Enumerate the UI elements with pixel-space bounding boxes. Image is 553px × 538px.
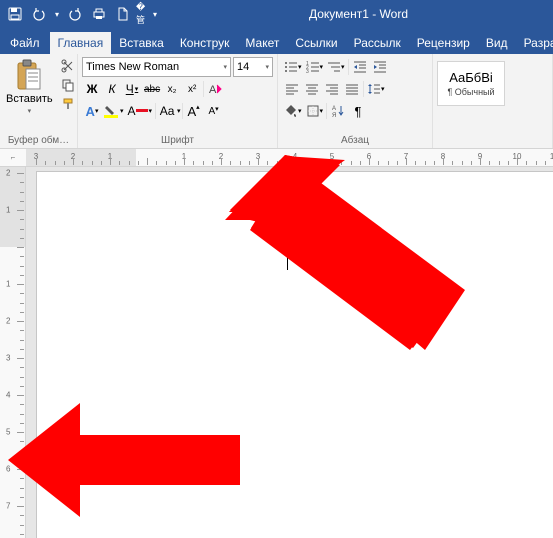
sort-button[interactable]: AЯ xyxy=(328,101,348,121)
dropdown-icon: ▾ xyxy=(223,63,227,71)
svg-text:3: 3 xyxy=(306,69,309,74)
bullets-button[interactable]: ▾ xyxy=(282,57,304,77)
change-case-button[interactable]: Aa xyxy=(157,101,177,121)
group-clipboard: Вставить ▾ Буфер обм… xyxy=(0,54,78,148)
font-group-label: Шрифт xyxy=(82,133,273,148)
superscript-button[interactable]: x² xyxy=(182,79,202,99)
paste-button[interactable]: Вставить ▾ xyxy=(4,57,55,117)
window-title: Документ1 - Word xyxy=(164,7,553,21)
paste-dropdown-icon: ▾ xyxy=(28,107,32,115)
multilevel-list-button[interactable]: ▾ xyxy=(325,57,347,77)
svg-text:A: A xyxy=(209,84,217,96)
document-page[interactable] xyxy=(36,171,553,538)
copy-button[interactable] xyxy=(57,76,79,94)
line-spacing-button[interactable]: ▾ xyxy=(365,79,387,99)
tab-home[interactable]: Главная xyxy=(50,32,112,54)
font-size-combo[interactable]: 14 ▾ xyxy=(233,57,273,77)
tab-design[interactable]: Конструк xyxy=(172,32,238,54)
borders-button[interactable]: ▾ xyxy=(304,101,326,121)
svg-text:A: A xyxy=(332,106,336,112)
ruler-corner[interactable]: ⌐ xyxy=(0,149,26,167)
text-effects-button[interactable]: A▾ xyxy=(82,101,102,121)
text-cursor xyxy=(287,252,288,270)
redo-button[interactable] xyxy=(64,3,86,25)
style-name-text: ¶ Обычный xyxy=(447,87,494,97)
justify-button[interactable] xyxy=(342,79,362,99)
horizontal-ruler[interactable]: 3211234567891011 xyxy=(26,149,553,167)
save-button[interactable] xyxy=(4,3,26,25)
tab-references[interactable]: Ссылки xyxy=(287,32,345,54)
page-viewport[interactable] xyxy=(26,167,553,538)
align-center-button[interactable] xyxy=(302,79,322,99)
clipboard-label: Буфер обм… xyxy=(4,133,73,148)
tab-layout[interactable]: Макет xyxy=(237,32,287,54)
style-preview-text: АаБбВі xyxy=(449,70,493,85)
tab-review[interactable]: Рецензир xyxy=(409,32,478,54)
paste-label: Вставить xyxy=(6,93,53,105)
svg-text:Я: Я xyxy=(332,113,336,118)
increase-indent-button[interactable] xyxy=(370,57,390,77)
style-normal[interactable]: АаБбВі ¶ Обычный xyxy=(437,61,505,106)
tab-file[interactable]: Файл xyxy=(0,32,50,54)
underline-button[interactable]: Ч▾ xyxy=(122,79,142,99)
shading-button[interactable]: ▾ xyxy=(282,101,304,121)
grow-font-button[interactable]: A▴ xyxy=(184,101,204,121)
group-font: Times New Roman ▾ 14 ▾ Ж К Ч▾ abc x₂ x² … xyxy=(78,54,278,148)
tab-developer[interactable]: Разработ xyxy=(516,32,553,54)
show-marks-button[interactable]: ¶ xyxy=(348,101,368,121)
group-styles: АаБбВі ¶ Обычный xyxy=(433,54,553,148)
undo-button[interactable] xyxy=(28,3,50,25)
styles-label xyxy=(437,144,548,148)
strikethrough-button[interactable]: abc xyxy=(142,79,162,99)
clear-formatting-button[interactable]: A xyxy=(205,79,225,99)
quick-print-button[interactable] xyxy=(88,3,110,25)
font-size-value: 14 xyxy=(237,61,249,73)
vertical-ruler[interactable]: 21123456789 xyxy=(0,167,26,538)
decrease-indent-button[interactable] xyxy=(350,57,370,77)
align-left-button[interactable] xyxy=(282,79,302,99)
font-color-button[interactable]: A▾ xyxy=(126,101,155,121)
new-doc-button[interactable] xyxy=(112,3,134,25)
tab-view[interactable]: Вид xyxy=(478,32,516,54)
document-area: ⌐ 3211234567891011 21123456789 xyxy=(0,149,553,538)
paragraph-group-label: Абзац xyxy=(282,133,428,148)
dropdown-icon: ▾ xyxy=(265,63,269,71)
font-name-value: Times New Roman xyxy=(86,61,179,73)
title-bar: ▾ �管 ▾ Документ1 - Word xyxy=(0,0,553,28)
qat-customize-icon[interactable]: �管 xyxy=(136,3,148,25)
qat-more-icon[interactable]: ▾ xyxy=(150,3,160,25)
shrink-font-button[interactable]: A▾ xyxy=(204,101,224,121)
highlight-button[interactable]: ▾ xyxy=(102,101,126,121)
align-right-button[interactable] xyxy=(322,79,342,99)
subscript-button[interactable]: x₂ xyxy=(162,79,182,99)
tab-insert[interactable]: Вставка xyxy=(111,32,172,54)
ribbon: Вставить ▾ Буфер обм… Times New Roman ▾ … xyxy=(0,54,553,149)
cut-button[interactable] xyxy=(57,57,79,75)
tab-mailings[interactable]: Рассылк xyxy=(346,32,409,54)
bold-button[interactable]: Ж xyxy=(82,79,102,99)
format-painter-button[interactable] xyxy=(57,95,79,113)
undo-more-icon[interactable]: ▾ xyxy=(52,3,62,25)
italic-button[interactable]: К xyxy=(102,79,122,99)
font-name-combo[interactable]: Times New Roman ▾ xyxy=(82,57,231,77)
quick-access-toolbar: ▾ �管 ▾ xyxy=(0,3,164,25)
numbering-button[interactable]: 123▾ xyxy=(304,57,326,77)
ribbon-tabstrip: Файл Главная Вставка Конструк Макет Ссыл… xyxy=(0,28,553,54)
group-paragraph: ▾ 123▾ ▾ ▾ ▾ ▾ AЯ ¶ xyxy=(278,54,433,148)
